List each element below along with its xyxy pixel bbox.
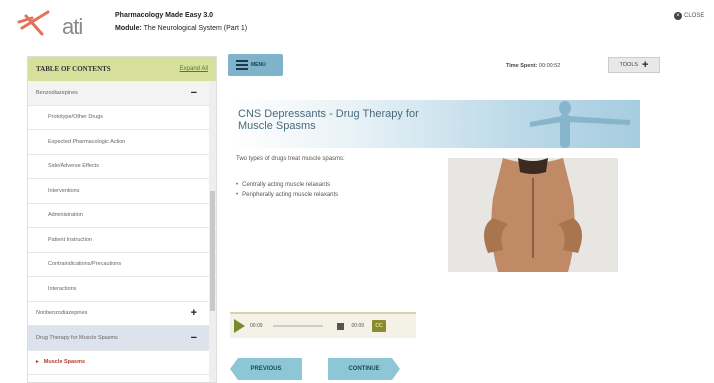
slide-title: CNS Depressants - Drug Therapy for Muscl…	[238, 108, 419, 132]
toc-header: TABLE OF CONTENTS Expand All	[28, 57, 216, 81]
toc-item-label: Benzodiazepines	[36, 89, 78, 96]
toc-item-label: Prototype/Other Drugs	[48, 114, 104, 121]
current-marker-icon: ▸	[36, 359, 39, 366]
toc-item-label: Drug Therapy for Muscle Spasms	[36, 334, 118, 341]
toc-item-label: Muscle Spasms	[43, 359, 86, 366]
toc-item[interactable]: Administration	[28, 204, 209, 228]
audio-progress-bar[interactable]	[272, 325, 323, 327]
audio-total-time: 00:09	[351, 323, 365, 329]
play-icon[interactable]	[234, 319, 245, 333]
logo-text: ati	[62, 14, 83, 39]
time-spent-value: 00:00:52	[538, 63, 561, 69]
closed-caption-icon[interactable]: CC	[372, 320, 387, 332]
close-button[interactable]: × CLOSE	[674, 12, 704, 20]
menu-button[interactable]: MENU	[228, 54, 283, 76]
app-header: ati Pharmacology Made Easy 3.0 Module: T…	[0, 0, 714, 46]
toc-item-label: Nonbenzodiazepines	[36, 310, 88, 317]
toc-item-label: Patient Instruction	[48, 236, 93, 243]
anatomy-figure-image	[530, 101, 630, 148]
expand-all-link[interactable]: Expand All	[180, 66, 208, 72]
tools-label: TOOLS	[619, 62, 639, 68]
ati-logo: ati	[16, 6, 96, 42]
close-label: CLOSE	[684, 13, 705, 19]
collapse-icon[interactable]: −	[191, 87, 197, 99]
hamburger-icon	[236, 60, 248, 70]
toc-item-label: Contraindications/Precautions	[48, 261, 122, 268]
toc-item[interactable]: Drug Therapy for Muscle Spasms −	[28, 326, 209, 351]
toc-item[interactable]: Side/Adverse Effects	[28, 155, 209, 179]
toc-title: TABLE OF CONTENTS	[36, 65, 111, 73]
toc-scrollbar[interactable]	[209, 81, 216, 382]
time-spent-label: Time Spent:	[506, 63, 538, 69]
plus-icon: +	[642, 59, 649, 71]
menu-label: MENU	[251, 62, 266, 68]
toc-item-label: Interactions	[48, 285, 77, 292]
bullet-item: Centrally acting muscle relaxants	[236, 182, 338, 188]
toc-item[interactable]: Centrally-acting Muscle Relaxants+	[28, 375, 209, 382]
module-line: Module: The Neurological System (Part 1)	[115, 25, 247, 32]
toc-item-label: Expected Pharmacologic Action	[48, 138, 126, 145]
close-icon: ×	[674, 12, 682, 20]
expand-icon[interactable]: +	[191, 307, 197, 319]
toc-scroll-thumb[interactable]	[210, 191, 215, 311]
bullet-list: Centrally acting muscle relaxants Periph…	[236, 182, 338, 202]
module-label: Module:	[115, 25, 142, 32]
toc-item[interactable]: Nonbenzodiazepines +	[28, 302, 209, 326]
toc-item-label: Side/Adverse Effects	[48, 163, 99, 170]
table-of-contents: TABLE OF CONTENTS Expand All Benzodiazep…	[27, 56, 217, 383]
time-spent: Time Spent: 00:00:52	[506, 63, 560, 69]
toc-item[interactable]: Benzodiazepines −	[28, 81, 209, 106]
toc-item[interactable]: Expected Pharmacologic Action	[28, 130, 209, 155]
collapse-icon[interactable]: −	[191, 332, 197, 344]
bullet-item: Peripherally acting muscle relaxants	[236, 192, 338, 198]
app-title: Pharmacology Made Easy 3.0	[115, 12, 214, 19]
toc-item-label: Administration	[48, 212, 83, 219]
toc-item[interactable]: Patient Instruction	[28, 228, 209, 253]
continue-button[interactable]: CONTINUE	[328, 358, 400, 380]
audio-current-time: 00:09	[250, 323, 263, 329]
intro-text: Two types of drugs treat muscle spasms:	[236, 156, 345, 162]
slide-banner: CNS Depressants - Drug Therapy for Muscl…	[230, 100, 640, 148]
toc-item[interactable]: Interactions	[28, 277, 209, 302]
toc-item[interactable]: Prototype/Other Drugs	[28, 106, 209, 130]
toc-item[interactable]: Contraindications/Precautions	[28, 253, 209, 277]
main-content: MENU Time Spent: 00:00:52 TOOLS + CNS De…	[228, 52, 708, 383]
module-name: The Neurological System (Part 1)	[143, 25, 248, 32]
toc-item[interactable]: ▸ Muscle Spasms	[28, 351, 209, 375]
back-pain-photo	[448, 158, 618, 272]
toc-list: Benzodiazepines − Prototype/Other Drugs Exp…	[28, 81, 216, 382]
toc-item-label: Interventions	[48, 187, 80, 194]
audio-player: 00:09 00:09 CC	[230, 312, 416, 338]
tools-button[interactable]: TOOLS +	[608, 57, 660, 73]
stop-icon[interactable]	[336, 322, 344, 330]
previous-button[interactable]: PREVIOUS	[230, 358, 302, 380]
toc-item[interactable]: Interventions	[28, 179, 209, 204]
